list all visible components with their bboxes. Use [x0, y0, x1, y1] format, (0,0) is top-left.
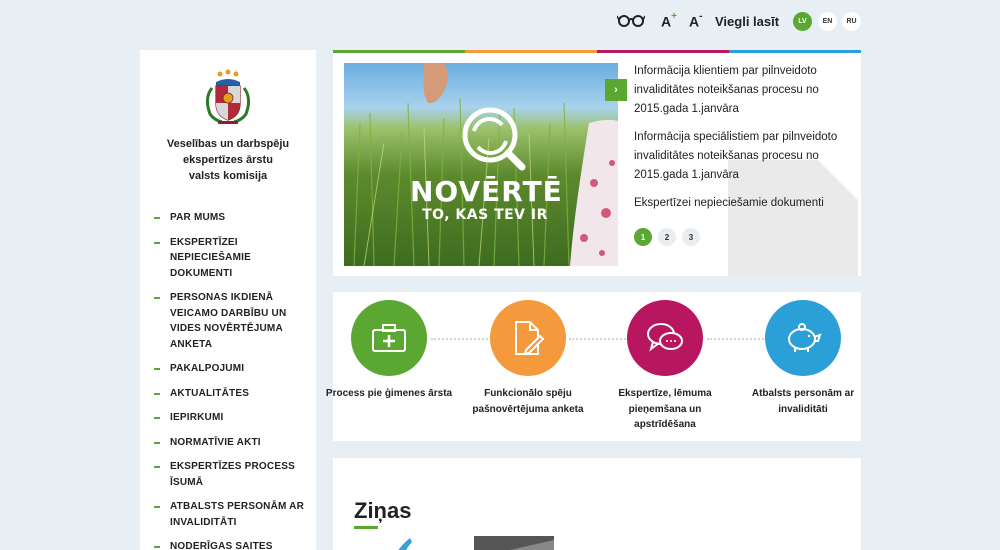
- sidebar-item-support[interactable]: ATBALSTS PERSONĀM AR INVALIDITĀTI: [154, 499, 309, 530]
- sidebar-item-par-mums[interactable]: PAR MUMS: [154, 210, 309, 226]
- slider-pagination: 1 2 3: [634, 228, 700, 246]
- slide-link-clients[interactable]: Informācija klientiem par pilnveidoto in…: [634, 62, 849, 119]
- speech-bubbles-icon: [627, 300, 703, 376]
- piggy-bank-icon: [765, 300, 841, 376]
- title-underline: [354, 526, 378, 529]
- glasses-icon[interactable]: [617, 12, 645, 28]
- color-stripe: [333, 50, 861, 53]
- process-steps: Process pie ģimenes ārsta Funkcionālo sp…: [326, 292, 861, 441]
- language-en-button[interactable]: EN: [818, 12, 837, 31]
- grass-field-image: [353, 63, 618, 266]
- slide-link-documents[interactable]: Ekspertīzei nepieciešamie dokumenti: [634, 194, 849, 213]
- slider-next-button[interactable]: ›: [605, 79, 627, 101]
- step-connector: [707, 338, 771, 340]
- sidebar-item-regulations[interactable]: NORMATĪVIE AKTI: [154, 435, 309, 451]
- sidebar-item-process[interactable]: EKSPERTĪZES PROCESS ĪSUMĀ: [154, 459, 309, 490]
- sidebar-item-links[interactable]: NODERĪGAS SAITES: [154, 539, 309, 550]
- sidebar-item-procurement[interactable]: IEPIRKUMI: [154, 410, 309, 426]
- sidebar-nav: PAR MUMS EKSPERTĪZEI NEPIECIEŠAMIE DOKUM…: [154, 210, 309, 550]
- language-lv-button[interactable]: LV: [793, 12, 812, 31]
- slide-image[interactable]: NOVĒRTĒ TO, KAS TEV IR: [344, 63, 618, 266]
- coat-of-arms-logo[interactable]: [198, 68, 258, 128]
- slide-subtitle: TO, KAS TEV IR: [422, 207, 548, 223]
- medical-kit-icon: [351, 300, 427, 376]
- organization-name: Veselības un darbspēju ekspertīzes ārstu…: [166, 138, 290, 182]
- step-connector: [569, 338, 633, 340]
- font-decrease-button[interactable]: A-: [689, 11, 702, 30]
- slide-title: NOVĒRTĒ: [410, 175, 563, 208]
- step-label: Ekspertīze, lēmuma pieņemšana un apstrīd…: [618, 388, 712, 430]
- step-label: Funkcionālo spēju pašnovērtējuma anketa: [472, 388, 584, 415]
- slide-link-specialists[interactable]: Informācija speciālistiem par pilnveidot…: [634, 128, 849, 185]
- document-pen-icon: [490, 300, 566, 376]
- slider-page-2[interactable]: 2: [658, 228, 676, 246]
- easy-read-link[interactable]: Viegli lasīt: [715, 14, 779, 29]
- slider-page-1[interactable]: 1: [634, 228, 652, 246]
- sidebar: Veselības un darbspēju ekspertīzes ārstu…: [140, 50, 316, 550]
- sidebar-item-services[interactable]: PAKALPOJUMI: [154, 361, 309, 377]
- sidebar-item-news[interactable]: AKTUALITĀTES: [154, 386, 309, 402]
- sidebar-item-documents[interactable]: EKSPERTĪZEI NEPIECIEŠAMIE DOKUMENTI: [154, 235, 309, 282]
- step-connector: [431, 338, 495, 340]
- accessibility-toolbar: A+ A- Viegli lasīt LV EN RU: [0, 10, 1000, 34]
- news-title: Ziņas: [354, 498, 412, 523]
- slide-links: Informācija klientiem par pilnveidoto in…: [634, 62, 849, 222]
- slider-page-3[interactable]: 3: [682, 228, 700, 246]
- step-label: Atbalsts personām ar invaliditāti: [751, 388, 855, 415]
- sidebar-item-questionnaire[interactable]: PERSONAS IKDIENĀ VEICAMO DARBĪBU UN VIDE…: [154, 290, 309, 352]
- news-section: Ziņas: [333, 458, 861, 550]
- hero-slider: NOVĒRTĒ TO, KAS TEV IR › Informācija kli…: [333, 50, 861, 276]
- step-label: Process pie ģimenes ārsta: [325, 388, 453, 399]
- news-thumbnail-image[interactable]: [354, 536, 554, 550]
- language-ru-button[interactable]: RU: [842, 12, 861, 31]
- font-increase-button[interactable]: A+: [661, 11, 677, 30]
